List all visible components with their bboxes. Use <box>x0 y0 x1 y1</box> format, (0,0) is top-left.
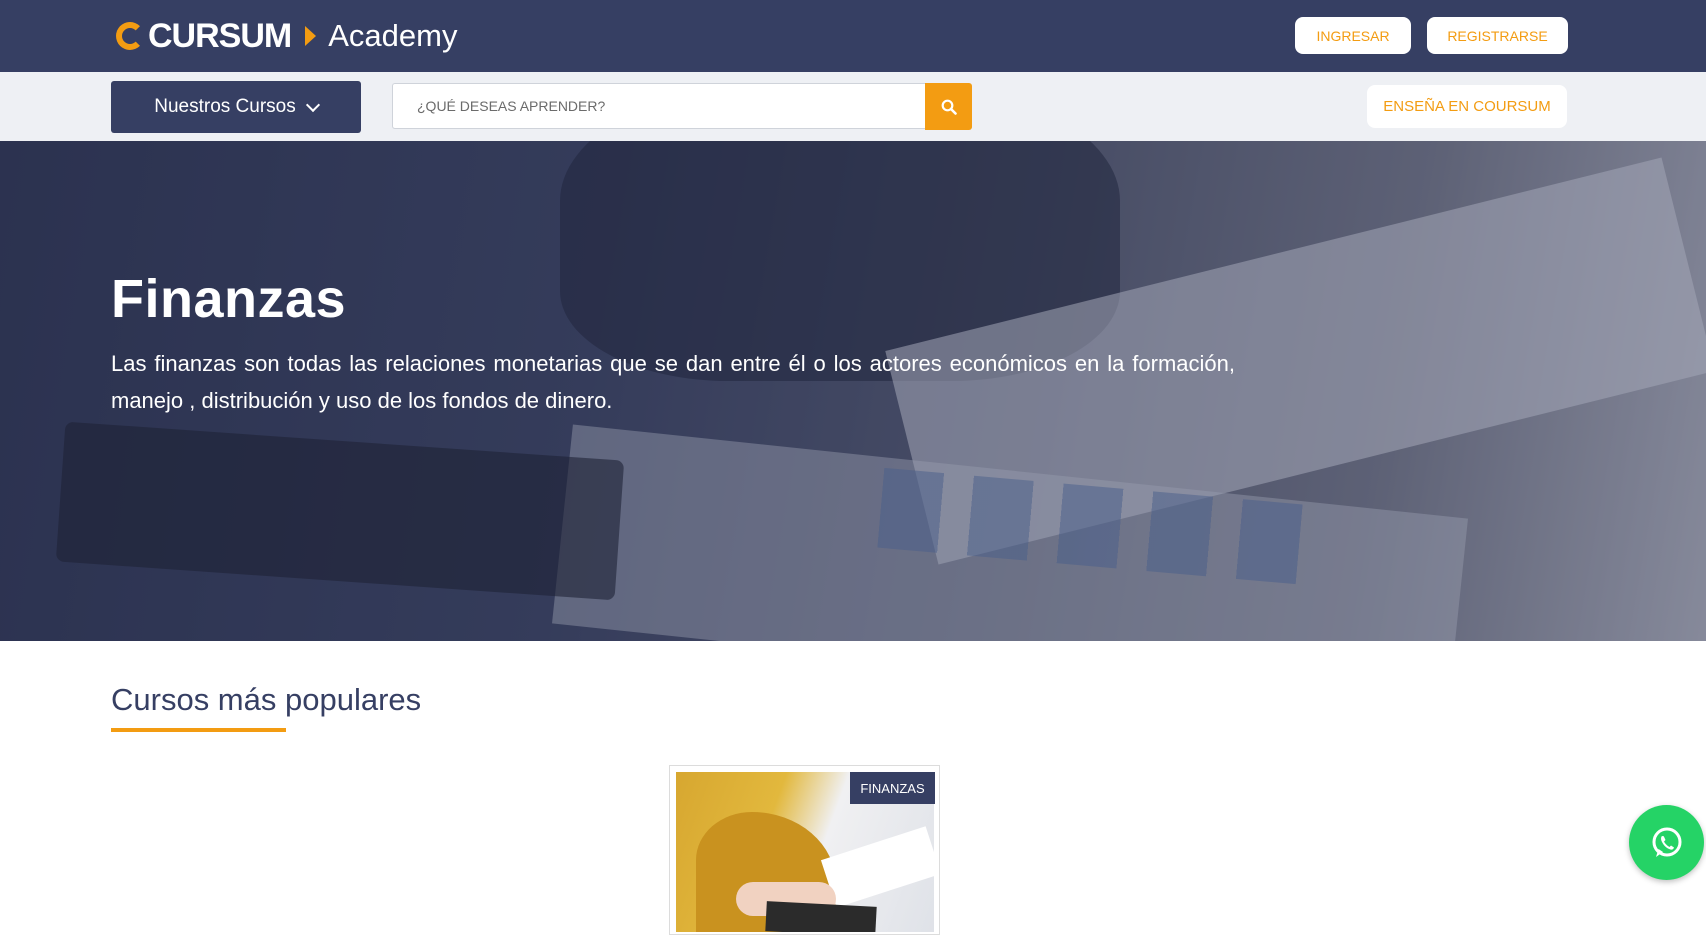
teach-button[interactable]: ENSEÑA EN COURSUM <box>1367 85 1567 128</box>
logo-text: CURSUM <box>148 16 292 55</box>
category-description: Las finanzas son todas las relaciones mo… <box>111 351 1235 413</box>
hero-banner: Finanzas Las finanzas son todas las rela… <box>0 141 1706 641</box>
whatsapp-icon <box>1652 827 1681 857</box>
register-button[interactable]: REGISTRARSE <box>1427 17 1568 54</box>
search-button[interactable] <box>925 83 972 130</box>
search-input[interactable] <box>392 83 925 129</box>
search-icon <box>941 99 957 115</box>
courses-dropdown-button[interactable]: Nuestros Cursos <box>111 81 361 133</box>
logo-arrow-icon <box>305 26 317 46</box>
thumbnail-calculator <box>765 901 877 932</box>
chevron-down-icon <box>305 97 320 112</box>
navigation-bar: Nuestros Cursos ENSEÑA EN COURSUM <box>0 72 1706 141</box>
whatsapp-button[interactable] <box>1629 805 1704 880</box>
cursum-academy-logo[interactable]: CURSUM Academy <box>116 14 457 58</box>
login-button[interactable]: INGRESAR <box>1295 17 1411 54</box>
top-header: CURSUM Academy INGRESAR REGISTRARSE <box>0 0 1706 72</box>
logo-c-mark <box>116 22 144 50</box>
course-card[interactable]: FINANZAS <box>669 765 940 935</box>
logo-suffix: Academy <box>328 18 458 53</box>
section-title: Cursos más populares <box>111 682 422 717</box>
thumbnail-paper <box>820 826 934 908</box>
courses-dropdown-label: Nuestros Cursos <box>154 96 296 117</box>
section-title-underline <box>111 728 286 732</box>
course-category-badge: FINANZAS <box>850 772 935 804</box>
page-title: Finanzas <box>111 269 347 329</box>
